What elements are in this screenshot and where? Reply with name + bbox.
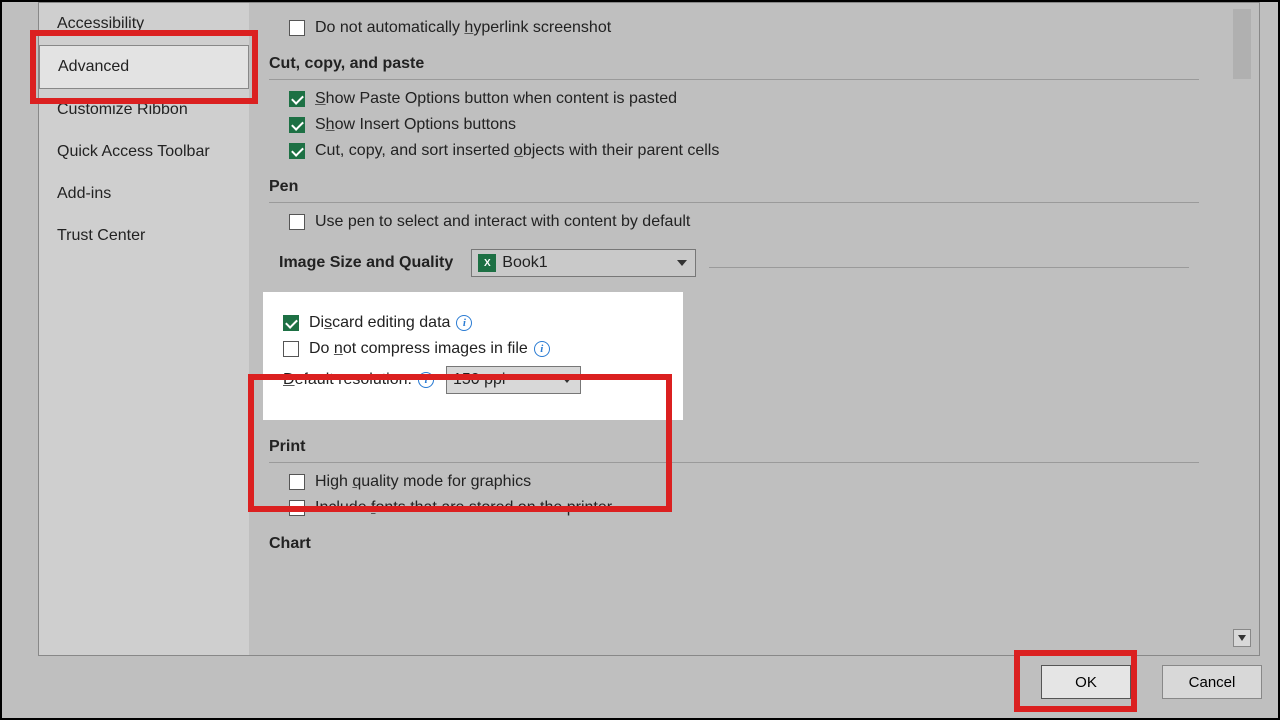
scrollbar-thumb[interactable] — [1233, 9, 1251, 79]
checkbox-discard-editing[interactable] — [283, 315, 299, 331]
info-icon[interactable]: i — [456, 315, 472, 331]
ok-button[interactable]: OK — [1041, 665, 1131, 699]
checkbox-hq-graphics[interactable] — [289, 474, 305, 490]
workbook-dropdown[interactable]: X Book1 — [471, 249, 696, 277]
chevron-down-icon — [677, 260, 687, 266]
checkbox-show-paste-options[interactable] — [289, 91, 305, 107]
checkbox-cut-copy-sort[interactable] — [289, 143, 305, 159]
section-chart: Chart — [269, 535, 1239, 553]
label-show-insert-options: Show Insert Options buttons — [315, 116, 516, 134]
info-icon[interactable]: i — [418, 372, 434, 388]
section-cut-copy-paste: Cut, copy, and paste — [269, 55, 1239, 73]
workbook-name: Book1 — [502, 254, 547, 272]
label-show-paste-options: Show Paste Options button when content i… — [315, 90, 677, 108]
resolution-dropdown[interactable]: 150 ppi — [446, 366, 581, 394]
section-pen: Pen — [269, 178, 1239, 196]
checkbox-hyperlink-screenshot[interactable] — [289, 20, 305, 36]
sidebar-item-advanced[interactable]: Advanced — [39, 45, 249, 89]
label-hyperlink-screenshot: Do not automatically hyperlink screensho… — [315, 19, 611, 37]
options-sidebar: Accessibility Advanced Customize Ribbon … — [39, 3, 249, 655]
sidebar-item-quick-access[interactable]: Quick Access Toolbar — [39, 131, 249, 173]
options-dialog: Accessibility Advanced Customize Ribbon … — [38, 2, 1260, 656]
info-icon[interactable]: i — [534, 341, 550, 357]
checkbox-use-pen[interactable] — [289, 214, 305, 230]
sidebar-item-accessibility[interactable]: Accessibility — [39, 3, 249, 45]
label-use-pen: Use pen to select and interact with cont… — [315, 213, 690, 231]
sidebar-item-customize-ribbon[interactable]: Customize Ribbon — [39, 89, 249, 131]
label-include-fonts: Include fonts that are stored on the pri… — [315, 499, 612, 517]
label-discard-editing: Discard editing data — [309, 314, 450, 332]
excel-icon: X — [478, 254, 496, 272]
sidebar-item-addins[interactable]: Add-ins — [39, 173, 249, 215]
section-image-quality: Image Size and Quality — [279, 254, 453, 272]
options-content: Do not automatically hyperlink screensho… — [269, 3, 1239, 655]
cancel-button[interactable]: Cancel — [1162, 665, 1262, 699]
label-default-resolution: Default resolution: — [283, 371, 412, 389]
label-hq-graphics: High quality mode for graphics — [315, 473, 531, 491]
sidebar-item-trust-center[interactable]: Trust Center — [39, 215, 249, 257]
checkbox-no-compress[interactable] — [283, 341, 299, 357]
chevron-down-icon — [562, 377, 572, 383]
section-print: Print — [269, 438, 1239, 456]
checkbox-show-insert-options[interactable] — [289, 117, 305, 133]
resolution-value: 150 ppi — [453, 371, 506, 389]
label-no-compress: Do not compress images in file — [309, 340, 528, 358]
scroll-down-button[interactable] — [1233, 629, 1251, 647]
image-quality-highlight: Discard editing data i Do not compress i… — [263, 292, 683, 420]
label-cut-copy-sort: Cut, copy, and sort inserted objects wit… — [315, 142, 719, 160]
checkbox-include-fonts[interactable] — [289, 500, 305, 516]
